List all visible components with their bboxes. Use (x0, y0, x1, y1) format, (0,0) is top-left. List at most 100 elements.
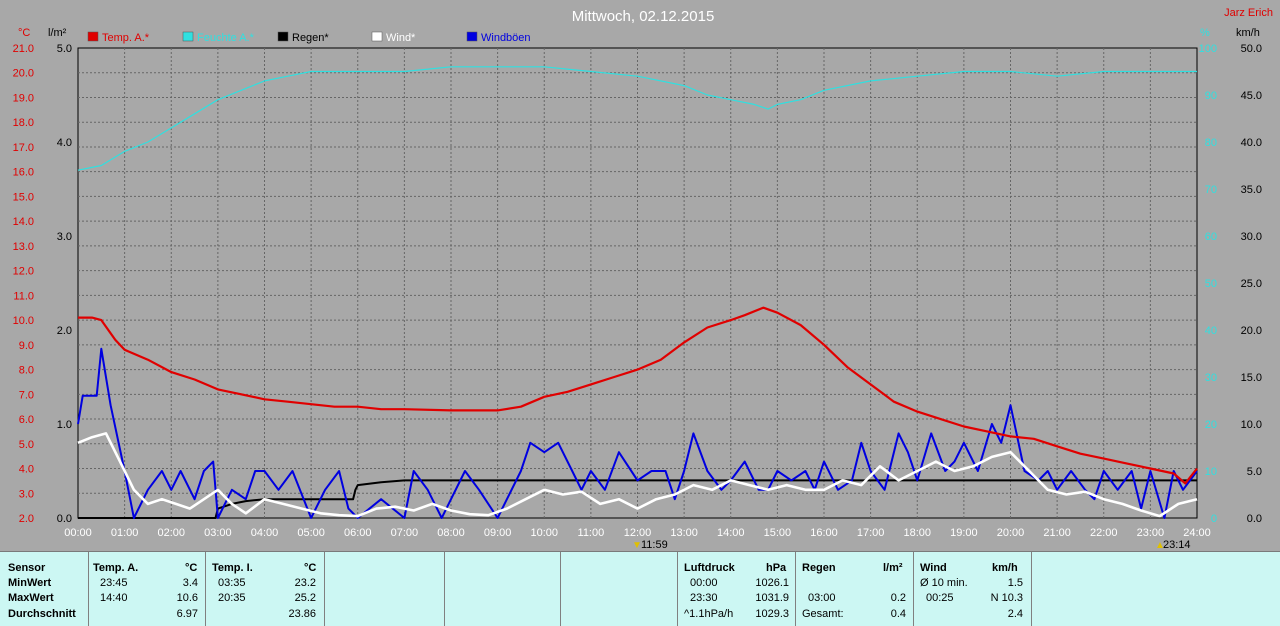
x-tick-label: 24:00 (1183, 527, 1211, 539)
statistics-panel: Sensor MinWert MaxWert Durchschnitt Temp… (0, 551, 1280, 626)
humidity-tick-label: 60 (1205, 231, 1217, 243)
temp-tick-label: 12.0 (13, 266, 34, 278)
pressure-min-value: 1026.1 (755, 577, 789, 589)
max-marker: ▲ 23:14 (1155, 539, 1191, 551)
pressure-header: Luftdruck (684, 562, 735, 574)
wind-tick-label: 45.0 (1241, 90, 1262, 102)
column-divider (795, 552, 796, 626)
x-tick-label: 02:00 (157, 527, 185, 539)
wind-tick-label: 30.0 (1241, 231, 1262, 243)
humidity-tick-label: 40 (1205, 325, 1217, 337)
legend-swatch (371, 31, 383, 42)
temp-tick-label: 2.0 (19, 513, 34, 525)
temp-tick-label: 14.0 (13, 216, 34, 228)
humidity-tick-label: 20 (1205, 419, 1217, 431)
temp-tick-label: 16.0 (13, 167, 34, 179)
legend-swatch (182, 31, 194, 42)
temp-tick-label: 6.0 (19, 414, 34, 426)
temp-a-min-time: 23:45 (100, 577, 128, 589)
x-tick-label: 06:00 (344, 527, 372, 539)
chart-title: Mittwoch, 02.12.2015 (572, 8, 715, 25)
temp-tick-label: 5.0 (19, 439, 34, 451)
x-tick-label: 09:00 (484, 527, 512, 539)
temp-tick-label: 4.0 (19, 464, 34, 476)
x-tick-label: 07:00 (391, 527, 419, 539)
temp-tick-label: 8.0 (19, 365, 34, 377)
pressure-max-time: 23:30 (690, 592, 718, 604)
rain-tick-label: 3.0 (57, 231, 72, 243)
temp-tick-label: 10.0 (13, 315, 34, 327)
rain-tick-label: 0.0 (57, 513, 72, 525)
legend-label: Feuchte A.* (197, 32, 255, 44)
chart-canvas: 00:00 01:00 02:00 03:00 04:00 05:00 06:00 07:00… (0, 0, 1280, 551)
humidity-tick-label: 80 (1205, 137, 1217, 149)
x-tick-label: 14:00 (717, 527, 745, 539)
humidity-tick-label: 0 (1211, 513, 1217, 525)
x-tick-label: 01:00 (111, 527, 139, 539)
wind-avg10-label: Ø 10 min. (920, 577, 968, 589)
column-divider (677, 552, 678, 626)
humidity-tick-label: 90 (1205, 90, 1217, 102)
rain-max-value: 0.2 (890, 592, 906, 604)
legend-label: Wind* (386, 32, 416, 44)
rain-total-label: Gesamt: (802, 608, 844, 620)
temp-i-max-time: 20:35 (218, 592, 246, 604)
x-tick-label: 21:00 (1043, 527, 1071, 539)
temp-tick-label: 3.0 (19, 488, 34, 500)
wind-tick-label: 10.0 (1241, 419, 1262, 431)
x-tick-label: 10:00 (530, 527, 558, 539)
temp-tick-label: 13.0 (13, 241, 34, 253)
rain-max-time: 03:00 (808, 592, 836, 604)
rain-tick-label: 2.0 (57, 325, 72, 337)
temp-tick-label: 21.0 (13, 43, 34, 55)
x-tick-label: 08:00 (437, 527, 465, 539)
x-tick-label: 19:00 (950, 527, 978, 539)
temp-tick-label: 20.0 (13, 68, 34, 80)
temp-a-min-value: 3.4 (182, 577, 198, 589)
legend-label: Windböen (481, 32, 531, 44)
x-tick-label: 16:00 (810, 527, 838, 539)
column-divider (1031, 552, 1032, 626)
author-label: Jarz Erich (1224, 7, 1273, 19)
x-tick-label: 20:00 (997, 527, 1025, 539)
column-divider (205, 552, 206, 626)
humidity-tick-label: 10 (1205, 466, 1217, 478)
temp-i-min-value: 23.2 (294, 577, 316, 589)
wind-max-value: N 10.3 (990, 592, 1023, 604)
rain-tick-label: 5.0 (57, 43, 72, 55)
wind-tick-label: 25.0 (1241, 278, 1262, 290)
temp-tick-label: 17.0 (13, 142, 34, 154)
temp-a-max-value: 10.6 (176, 592, 198, 604)
rain-header: Regen (802, 562, 836, 574)
column-divider (444, 552, 445, 626)
humidity-tick-label: 30 (1205, 372, 1217, 384)
temp-a-unit: °C (185, 562, 198, 574)
x-tick-label: 03:00 (204, 527, 232, 539)
legend-swatch (87, 31, 99, 42)
temp-i-header: Temp. I. (212, 562, 253, 574)
x-tick-label: 22:00 (1090, 527, 1118, 539)
rain-unit: l/m² (883, 562, 903, 574)
weather-chart: 00:00 01:00 02:00 03:00 04:00 05:00 06:00 07:00… (0, 0, 1280, 551)
temp-i-avg-value: 23.86 (288, 608, 316, 620)
sensor-header: Sensor (8, 562, 46, 574)
humidity-unit-label: % (1200, 27, 1210, 39)
temp-a-header: Temp. A. (93, 562, 139, 574)
min-marker-time: 11:59 (641, 539, 668, 550)
humidity-tick-label: 100 (1199, 43, 1217, 55)
pressure-unit: hPa (766, 562, 787, 574)
temp-i-max-value: 25.2 (294, 592, 316, 604)
temp-i-unit: °C (304, 562, 317, 574)
min-marker: ▼ 11:59 (632, 539, 668, 551)
column-divider (913, 552, 914, 626)
wind-avg-value: 2.4 (1007, 608, 1023, 620)
rain-tick-label: 1.0 (57, 419, 72, 431)
wind-unit-label: km/h (1236, 27, 1260, 39)
x-tick-label: 00:00 (64, 527, 92, 539)
wind-avg10-value: 1.5 (1007, 577, 1023, 589)
pressure-trend: ^1.1hPa/h (684, 608, 734, 620)
pressure-avg-value: 1029.3 (755, 608, 789, 620)
temp-tick-label: 18.0 (13, 117, 34, 129)
column-divider (560, 552, 561, 626)
max-marker-time: 23:14 (1163, 539, 1191, 550)
